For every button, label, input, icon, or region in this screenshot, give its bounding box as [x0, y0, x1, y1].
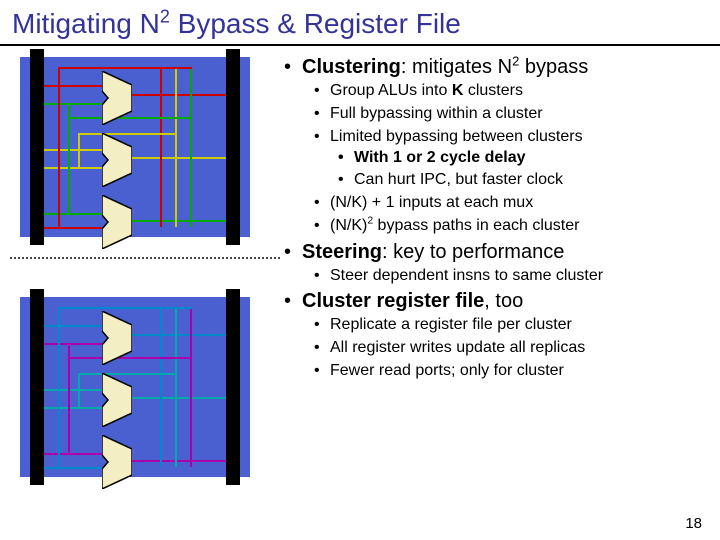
alu-icon	[102, 195, 132, 249]
top-cluster-panel	[20, 57, 250, 237]
alu-icon	[102, 71, 132, 125]
slide-content: Clustering: mitigates N2 bypass Group AL…	[0, 52, 720, 482]
wire	[58, 307, 60, 469]
bullet-inputs: (N/K) + 1 inputs at each mux	[330, 193, 710, 214]
bottom-cluster-panel	[20, 297, 250, 477]
title-pre: Mitigating N	[12, 8, 160, 39]
t: Clustering	[302, 56, 401, 78]
wire	[160, 67, 162, 227]
regfile-bar-left	[30, 289, 44, 485]
wire	[44, 389, 102, 391]
wire	[44, 213, 102, 215]
inter-cluster-divider	[10, 257, 280, 259]
cluster-diagram	[0, 52, 280, 482]
bullet-limited: Limited bypassing between clusters With …	[330, 127, 710, 191]
bullet-writes: All register writes update all replicas	[330, 338, 710, 359]
t: clusters	[463, 82, 523, 99]
regfile-bar-right	[226, 49, 240, 245]
bullet-ipc: Can hurt IPC, but faster clock	[354, 170, 710, 191]
title-post: Bypass & Register File	[170, 8, 461, 39]
slide-title: Mitigating N2 Bypass & Register File	[0, 0, 720, 46]
t: bypass paths in each cluster	[373, 217, 579, 234]
wire	[190, 307, 192, 467]
bullet-steer: Steer dependent insns to same cluster	[330, 266, 710, 287]
page-number: 18	[685, 515, 702, 532]
wire	[44, 453, 102, 455]
bullet-paths: (N/K)2 bypass paths in each cluster	[330, 216, 710, 237]
alu-icon	[102, 311, 132, 365]
bullet-delay: With 1 or 2 cycle delay	[354, 148, 710, 169]
bullet-clustering: Clustering: mitigates N2 bypass Group AL…	[302, 56, 710, 237]
wire	[190, 67, 192, 227]
wire	[44, 227, 102, 229]
bullet-crf: Cluster register file, too Replicate a r…	[302, 290, 710, 381]
t: (N/K)	[330, 217, 367, 234]
bullet-ports: Fewer read ports; only for cluster	[330, 361, 710, 382]
bullet-full: Full bypassing within a cluster	[330, 104, 710, 125]
t: Group ALUs into	[330, 82, 452, 99]
alu-icon	[102, 133, 132, 187]
wire	[132, 397, 226, 399]
bullet-steering: Steering: key to performance Steer depen…	[302, 241, 710, 287]
wire	[132, 460, 226, 462]
t: : mitigates N	[401, 56, 512, 78]
t: , too	[484, 290, 523, 312]
wire	[132, 157, 226, 159]
wire	[44, 325, 102, 327]
wire	[132, 220, 226, 222]
wire	[58, 67, 192, 69]
t: Cluster register file	[302, 290, 484, 312]
wire	[175, 307, 177, 467]
wire	[44, 103, 102, 105]
t: bypass	[519, 56, 588, 78]
bullet-rep: Replicate a register file per cluster	[330, 315, 710, 336]
wire	[44, 167, 102, 169]
title-sup: 2	[160, 7, 170, 27]
wire	[132, 334, 226, 336]
wire	[44, 343, 102, 345]
wire	[58, 307, 192, 309]
alu-icon	[102, 373, 132, 427]
wire	[68, 103, 70, 215]
wire	[132, 94, 226, 96]
t: K	[452, 82, 464, 99]
regfile-bar-right	[226, 289, 240, 485]
alu-icon	[102, 435, 132, 489]
bullet-list: Clustering: mitigates N2 bypass Group AL…	[280, 52, 720, 386]
wire	[44, 467, 102, 469]
t: Steering	[302, 241, 382, 263]
wire	[44, 407, 102, 409]
wire	[44, 85, 102, 87]
wire	[78, 373, 80, 409]
wire	[78, 133, 80, 169]
t: : key to performance	[382, 241, 564, 263]
wire	[44, 149, 102, 151]
bullet-group: Group ALUs into K clusters	[330, 81, 710, 102]
regfile-bar-left	[30, 49, 44, 245]
wire	[58, 67, 60, 229]
wire	[175, 67, 177, 227]
wire	[68, 343, 70, 455]
wire	[160, 307, 162, 467]
t: Limited bypassing between clusters	[330, 128, 583, 145]
